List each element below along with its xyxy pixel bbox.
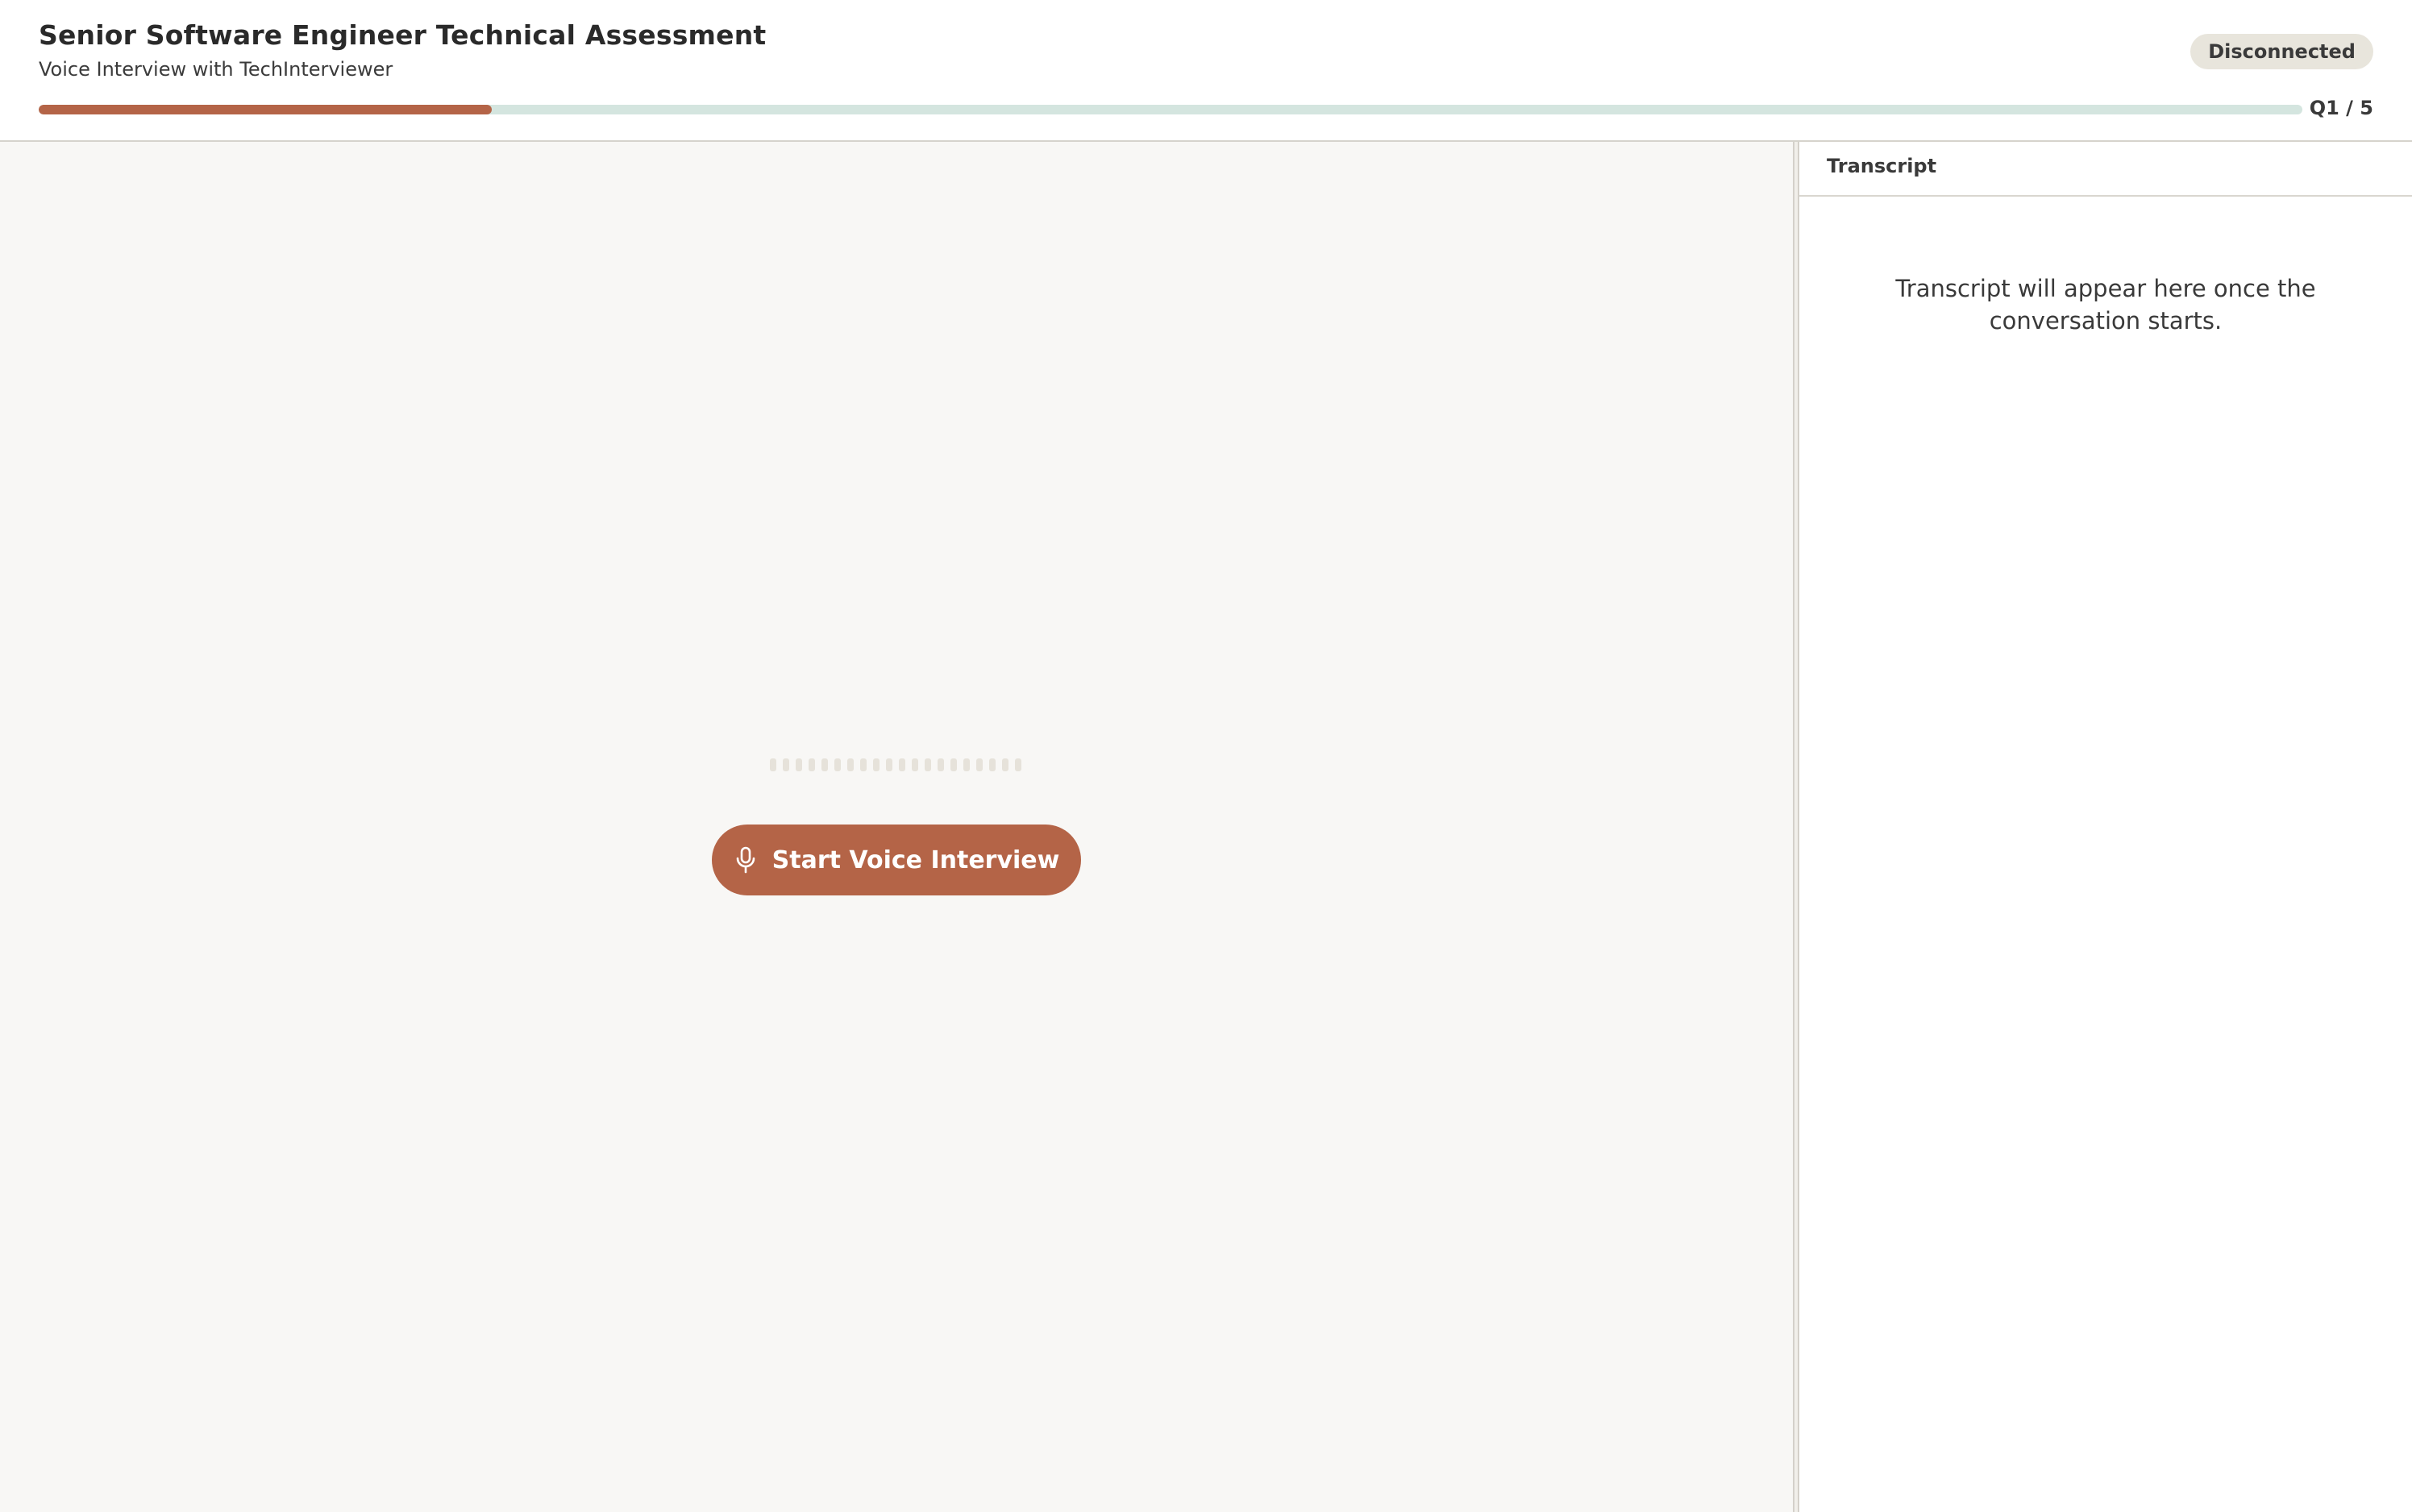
waveform-bar [963,758,970,771]
waveform-bar [886,758,892,771]
waveform-bar [912,758,918,771]
audio-waveform [770,758,1021,771]
question-progress-bar [39,105,2302,114]
waveform-bar [899,758,905,771]
page-header: Senior Software Engineer Technical Asses… [0,0,2412,142]
waveform-bar [770,758,776,771]
connection-status-badge: Disconnected [2190,34,2373,69]
waveform-bar [783,758,789,771]
waveform-bar [950,758,957,771]
waveform-bar [1002,758,1008,771]
question-progress-fill [39,105,492,114]
voice-stage: Start Voice Interview [0,142,1793,1512]
transcript-header: Transcript [1799,142,2412,197]
question-counter: Q1 / 5 [2309,97,2373,119]
panel-resize-handle[interactable] [1793,142,1799,1512]
waveform-bar [1015,758,1021,771]
waveform-bar [989,758,996,771]
waveform-bar [796,758,802,771]
waveform-bar [809,758,815,771]
page-title: Senior Software Engineer Technical Asses… [39,19,767,51]
waveform-bar [860,758,867,771]
waveform-bar [834,758,841,771]
waveform-bar [925,758,931,771]
waveform-bar [976,758,983,771]
waveform-bar [821,758,828,771]
start-voice-interview-button[interactable]: Start Voice Interview [712,825,1081,895]
interview-app: Senior Software Engineer Technical Asses… [0,0,2412,1512]
waveform-bar [847,758,854,771]
transcript-empty-message: Transcript will appear here once the con… [1895,275,2316,334]
page-subtitle: Voice Interview with TechInterviewer [39,58,393,81]
transcript-title: Transcript [1827,155,1937,177]
transcript-panel: Transcript Transcript will appear here o… [1799,142,2412,1512]
waveform-bar [938,758,944,771]
microphone-icon [734,846,758,874]
start-voice-interview-label: Start Voice Interview [771,845,1060,874]
waveform-bar [873,758,880,771]
